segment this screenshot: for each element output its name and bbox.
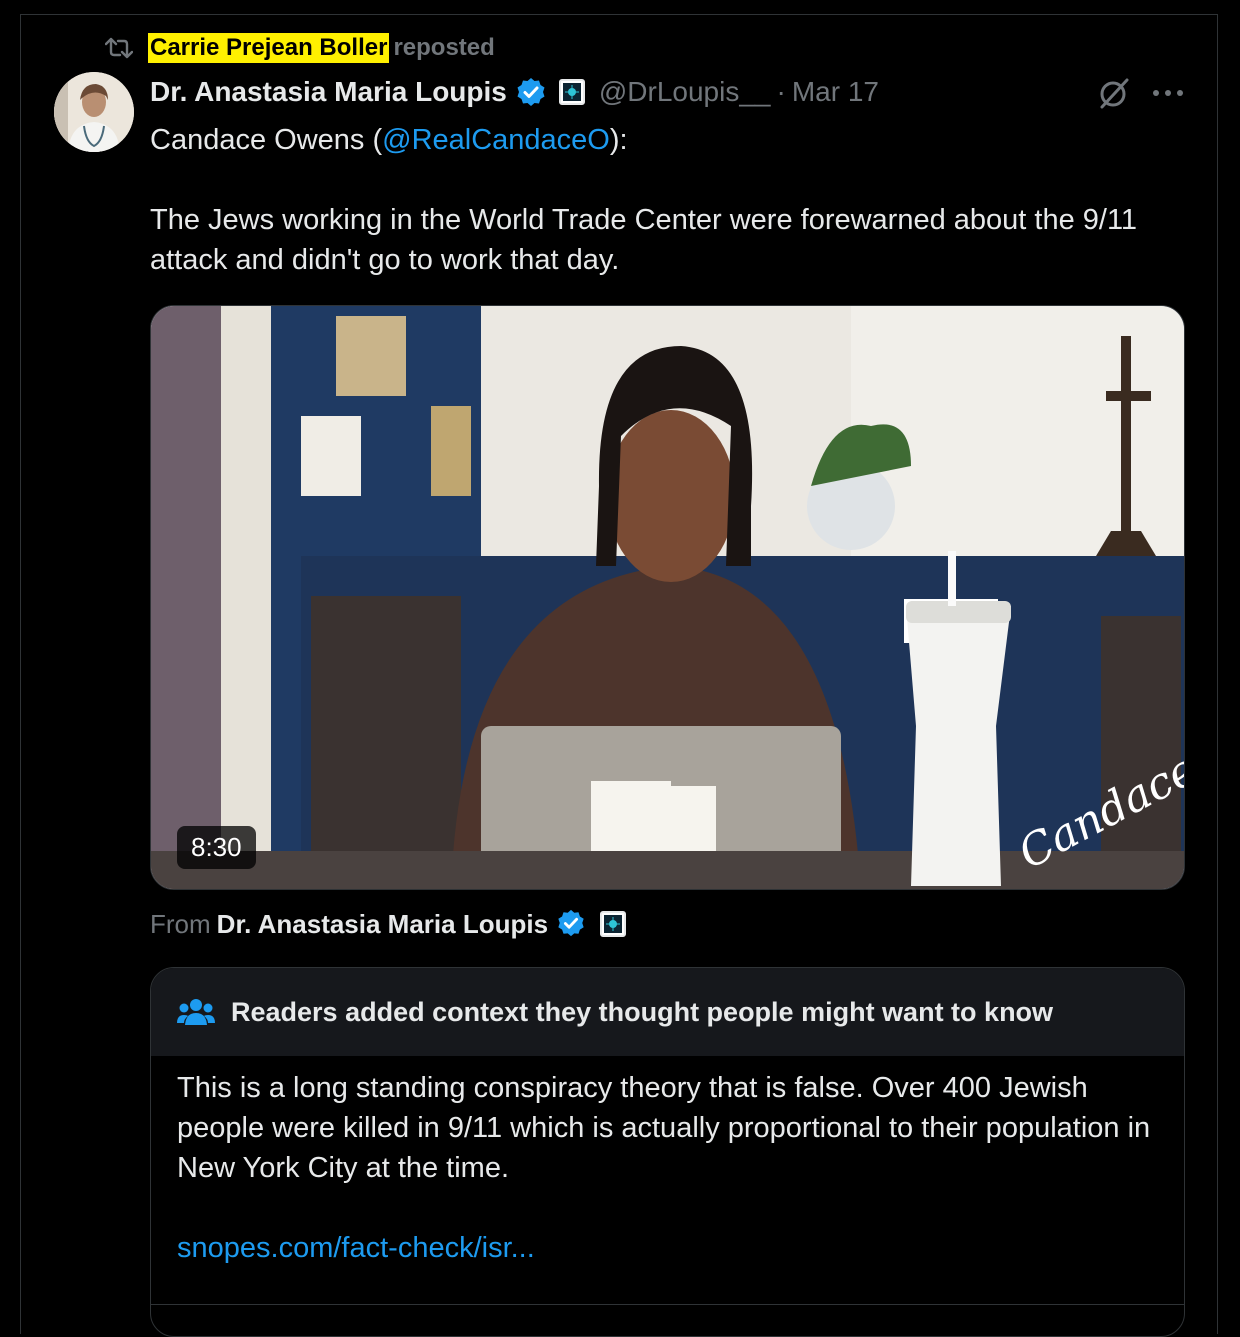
from-author-name[interactable]: Dr. Anastasia Maria Loupis <box>217 909 548 940</box>
from-attribution: From Dr. Anastasia Maria Loupis <box>150 904 627 944</box>
text-prefix: Candace Owens ( <box>150 124 383 156</box>
video-duration: 8:30 <box>177 826 256 869</box>
author-name[interactable]: Dr. Anastasia Maria Loupis <box>150 76 507 108</box>
post-date[interactable]: Mar 17 <box>792 76 879 108</box>
community-note-header[interactable]: Readers added context they thought peopl… <box>151 968 1184 1056</box>
repost-line: Carrie Prejean Boller reposted <box>104 31 495 65</box>
community-note-link[interactable]: snopes.com/fact-check/isr... <box>177 1228 1158 1268</box>
post-header: Dr. Anastasia Maria Loupis @DrLoupis__ ·… <box>150 72 879 112</box>
community-note-body: This is a long standing conspiracy theor… <box>151 1056 1184 1268</box>
tweet-text: Candace Owens (@RealCandaceO): The Jews … <box>150 120 1160 280</box>
community-note: Readers added context they thought peopl… <box>150 967 1185 1337</box>
community-note-title: Readers added context they thought peopl… <box>231 996 1054 1027</box>
repost-icon <box>104 33 134 63</box>
verified-badge-icon[interactable] <box>515 76 547 108</box>
mention-link[interactable]: @RealCandaceO <box>382 124 610 156</box>
affiliate-badge-icon[interactable] <box>558 79 585 105</box>
separator-dot: · <box>776 76 786 107</box>
video-thumbnail <box>151 306 1184 889</box>
affiliate-badge-icon[interactable] <box>600 911 627 937</box>
repost-label: reposted <box>393 34 495 61</box>
avatar[interactable] <box>54 72 134 152</box>
people-icon <box>177 997 215 1027</box>
more-icon[interactable] <box>1150 78 1186 108</box>
divider <box>151 1304 1184 1305</box>
reposter-name[interactable]: Carrie Prejean Boller <box>148 33 390 63</box>
from-label: From <box>150 908 211 939</box>
video-player[interactable]: 8:30 Candace <box>150 305 1185 890</box>
text-suffix: ): <box>609 124 628 156</box>
tweet-body: The Jews working in the World Trade Cent… <box>150 204 1138 276</box>
verified-badge-icon[interactable] <box>556 908 588 940</box>
grok-icon[interactable] <box>1097 76 1131 110</box>
author-handle[interactable]: @DrLoupis__ <box>599 76 771 108</box>
community-note-text: This is a long standing conspiracy theor… <box>177 1072 1151 1184</box>
